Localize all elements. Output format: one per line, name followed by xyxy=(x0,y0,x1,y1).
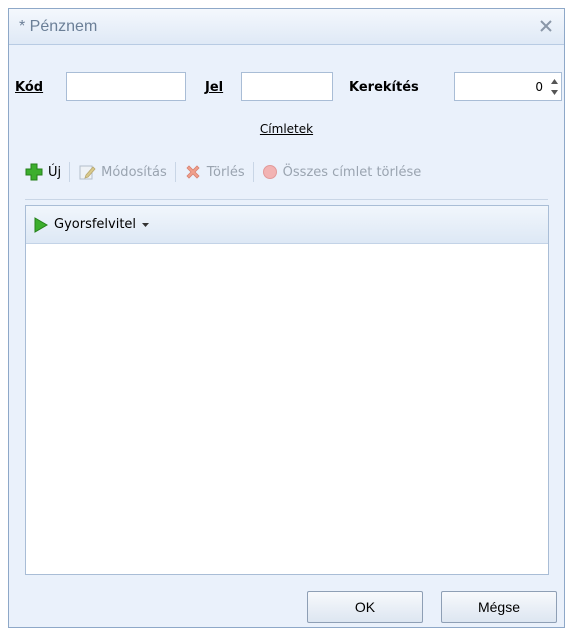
delete-button[interactable]: Törlés xyxy=(184,163,245,181)
sign-input[interactable] xyxy=(242,73,332,100)
close-icon xyxy=(540,20,552,32)
rounding-value: 0 xyxy=(535,80,543,94)
edit-label: Módosítás xyxy=(101,164,167,180)
title-bar: * Pénznem xyxy=(9,9,564,45)
rounding-stepper[interactable]: 0 xyxy=(454,72,562,101)
code-field[interactable] xyxy=(66,72,186,101)
denominations-section-title: Címletek xyxy=(259,122,314,136)
sign-label: Jel xyxy=(205,80,224,95)
code-label: Kód xyxy=(15,80,44,95)
window-title: * Pénznem xyxy=(19,18,98,35)
toolbar-separator xyxy=(69,162,71,182)
add-icon xyxy=(25,163,43,181)
delete-icon xyxy=(186,165,200,179)
spin-down-button[interactable] xyxy=(549,87,559,98)
ok-button[interactable]: OK xyxy=(307,591,423,623)
list-body[interactable] xyxy=(26,244,548,574)
play-icon xyxy=(34,216,48,233)
quick-entry-bar: Gyorsfelvitel xyxy=(26,206,548,244)
chevron-down-icon xyxy=(550,90,558,95)
quick-entry-button[interactable]: Gyorsfelvitel xyxy=(34,216,150,233)
delete-all-button[interactable]: Összes címlet törlése xyxy=(262,164,422,180)
toolbar-divider xyxy=(25,199,548,200)
delete-all-icon xyxy=(262,165,277,179)
code-input[interactable] xyxy=(67,73,185,100)
edit-icon xyxy=(79,165,96,180)
chevron-up-icon xyxy=(550,79,558,84)
toolbar-separator xyxy=(174,162,176,182)
delete-all-label: Összes címlet törlése xyxy=(282,164,422,180)
denominations-toolbar: Új Módosítás Törlés Összes címlet törlés… xyxy=(25,159,421,185)
sign-field[interactable] xyxy=(241,72,333,101)
toolbar-separator xyxy=(252,162,254,182)
new-button[interactable]: Új xyxy=(25,163,61,181)
cancel-button[interactable]: Mégse xyxy=(441,591,557,623)
delete-label: Törlés xyxy=(206,164,245,180)
rounding-label: Kerekítés xyxy=(349,80,419,95)
dropdown-arrow-icon xyxy=(142,222,150,227)
rounding-spinner xyxy=(549,76,559,98)
close-button[interactable] xyxy=(536,16,556,36)
denominations-list: Gyorsfelvitel xyxy=(25,205,549,575)
quick-entry-label: Gyorsfelvitel xyxy=(54,217,137,232)
currency-dialog: * Pénznem Kód Jel Kerekítés 0 Címletek Ú… xyxy=(8,8,565,628)
edit-button[interactable]: Módosítás xyxy=(78,163,167,181)
spin-up-button[interactable] xyxy=(549,76,559,87)
new-label: Új xyxy=(48,164,62,180)
